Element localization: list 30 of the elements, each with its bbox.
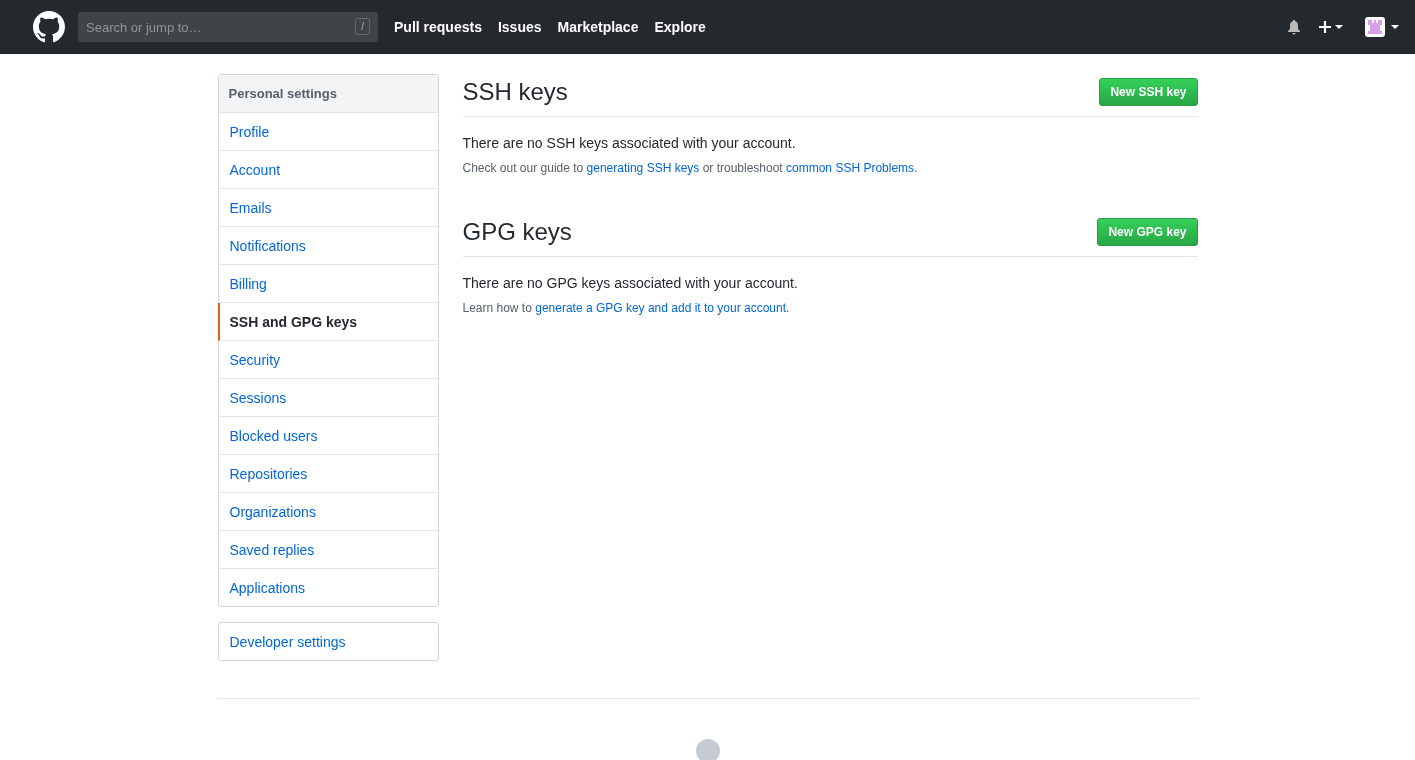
nav-link[interactable]: Marketplace [557, 19, 639, 35]
menu-item[interactable]: Security [217, 341, 438, 379]
menu-heading: Personal settings [218, 75, 438, 113]
section-title: SSH keys [462, 78, 568, 106]
menu-item[interactable]: Sessions [217, 379, 438, 417]
nav-link[interactable]: Issues [497, 19, 542, 35]
section-title: GPG keys [462, 218, 572, 246]
empty-message: There are no GPG keys associated with your account. [462, 275, 799, 291]
help-link[interactable]: generating SSH keys [586, 161, 700, 175]
menu-item[interactable]: Billing [217, 265, 438, 303]
menu-item[interactable]: Blocked users [217, 417, 438, 455]
avatar-dropdown-icon[interactable] [1365, 17, 1399, 37]
menu-item[interactable]: Notifications [217, 227, 438, 265]
menu-item[interactable]: Developer settings [217, 623, 438, 660]
help-text: Learn how to generate a GPG key and add it to your account. [462, 301, 791, 315]
menu-item[interactable]: Profile [217, 113, 438, 151]
menu-item[interactable]: Applications [217, 569, 438, 606]
menu-item[interactable]: Emails [217, 189, 438, 227]
octocat-logo-icon[interactable] [33, 11, 65, 43]
menu-item[interactable]: Account [217, 151, 438, 189]
menu-item[interactable]: Organizations [217, 493, 438, 531]
menu-item[interactable]: Saved replies [217, 531, 438, 569]
empty-message: There are no SSH keys associated with your account. [462, 135, 797, 151]
nav-link[interactable]: Pull requests [394, 19, 482, 35]
bell-icon[interactable] [1287, 19, 1301, 35]
menu-item[interactable]: Repositories [217, 455, 438, 493]
menu-item[interactable]: SSH and GPG keys [217, 303, 438, 341]
nav-link[interactable]: Explore [654, 19, 706, 35]
shortcut-key: / [355, 18, 370, 35]
help-text: Check out our guide to generating SSH keys or troubleshoot common SSH Problems. [462, 161, 919, 175]
